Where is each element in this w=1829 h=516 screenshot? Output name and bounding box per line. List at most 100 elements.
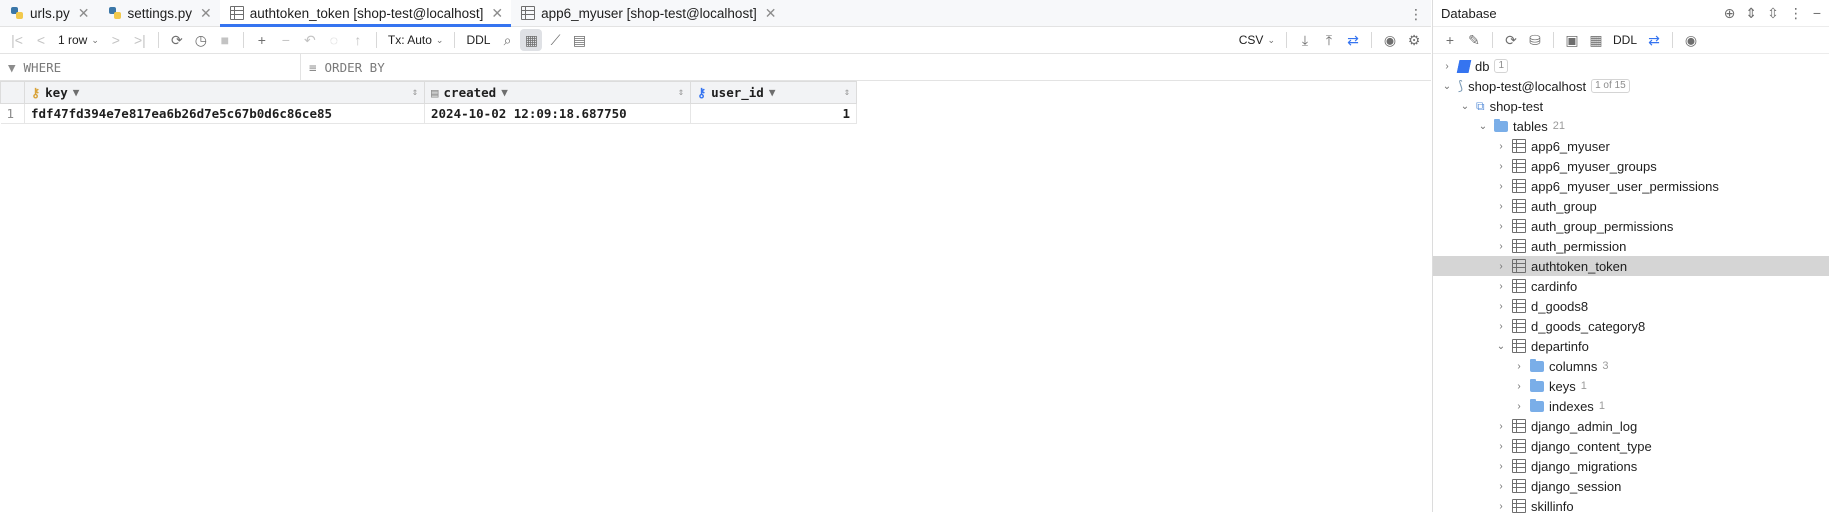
chevron-right-icon[interactable]: › <box>1495 221 1507 232</box>
tree-node-db[interactable]: › db 1 <box>1433 56 1829 76</box>
column-header-key[interactable]: ⚷ key ▼ ⇕ <box>24 81 425 104</box>
eye-icon[interactable]: ◉ <box>1379 29 1401 51</box>
locate-icon[interactable]: ⊕ <box>1724 5 1736 22</box>
submit-icon[interactable]: ↑ <box>347 29 369 51</box>
eye-icon[interactable]: ◉ <box>1680 29 1702 51</box>
tree-node-table[interactable]: › cardinfo <box>1433 276 1829 296</box>
tree-node-table[interactable]: › app6_myuser <box>1433 136 1829 156</box>
close-icon[interactable]: ✕ <box>491 5 503 22</box>
chevron-right-icon[interactable]: › <box>1513 361 1525 372</box>
tree-node-table[interactable]: ⌄ departinfo <box>1433 336 1829 356</box>
refresh-icon[interactable]: ⟳ <box>166 29 188 51</box>
more-tabs-icon[interactable]: ⋮ <box>1409 6 1423 23</box>
tree-node-connection[interactable]: ⌄ ⟆ shop-test@localhost 1 of 15 <box>1433 76 1829 96</box>
ddl-button[interactable]: DDL <box>462 29 494 51</box>
tree-node-tables-folder[interactable]: ⌄ tables 21 <box>1433 116 1829 136</box>
chevron-right-icon[interactable]: › <box>1495 201 1507 212</box>
cell-user-id[interactable]: 1 <box>690 103 857 124</box>
previous-page-icon[interactable]: < <box>30 29 52 51</box>
chevron-right-icon[interactable]: › <box>1495 421 1507 432</box>
chevron-down-icon[interactable]: ⌄ <box>1477 121 1489 132</box>
transaction-mode-dropdown[interactable]: Tx: Auto ⌄ <box>384 29 448 51</box>
delete-row-icon[interactable]: − <box>275 29 297 51</box>
table-row[interactable]: 1 fdf47fd394e7e817ea6b26d7e5c67b0d6c86ce… <box>0 103 857 124</box>
chevron-right-icon[interactable]: › <box>1441 61 1453 72</box>
record-view-icon[interactable]: ▤ <box>568 29 590 51</box>
search-icon[interactable]: ⌕ <box>496 29 518 51</box>
cell-created[interactable]: 2024-10-02 12:09:18.687750 <box>424 103 691 124</box>
chevron-right-icon[interactable]: › <box>1495 461 1507 472</box>
minimize-icon[interactable]: − <box>1813 5 1821 22</box>
properties-icon[interactable]: ✎ <box>1463 29 1485 51</box>
export-format-dropdown[interactable]: CSV ⌄ <box>1235 29 1279 51</box>
chevron-right-icon[interactable]: › <box>1513 381 1525 392</box>
filter-icon[interactable]: ▼ <box>73 86 80 99</box>
tree-node-schema[interactable]: ⌄ ⧉ shop-test <box>1433 96 1829 116</box>
chevron-down-icon[interactable]: ⌄ <box>1459 101 1471 112</box>
tree-node-table[interactable]: › django_session <box>1433 476 1829 496</box>
stop-icon[interactable]: ■ <box>214 29 236 51</box>
chevron-right-icon[interactable]: › <box>1495 241 1507 252</box>
chevron-right-icon[interactable]: › <box>1495 321 1507 332</box>
tree-node-table[interactable]: › app6_myuser_groups <box>1433 156 1829 176</box>
chevron-right-icon[interactable]: › <box>1495 141 1507 152</box>
tree-node-table[interactable]: › auth_group_permissions <box>1433 216 1829 236</box>
add-icon[interactable]: + <box>1439 29 1461 51</box>
tree-node-table[interactable]: › auth_group <box>1433 196 1829 216</box>
chevron-right-icon[interactable]: › <box>1495 301 1507 312</box>
chevron-right-icon[interactable]: › <box>1495 441 1507 452</box>
export-icon[interactable]: ⤓ <box>1294 29 1316 51</box>
where-filter-input[interactable]: ▼ WHERE <box>0 54 301 80</box>
chevron-right-icon[interactable]: › <box>1495 181 1507 192</box>
last-page-icon[interactable]: >| <box>129 29 151 51</box>
tab-authtoken-token[interactable]: authtoken_token [shop-test@localhost] ✕ <box>219 0 512 27</box>
filter-icon[interactable]: ▼ <box>769 86 776 99</box>
tree-node-folder[interactable]: › columns 3 <box>1433 356 1829 376</box>
tree-node-table[interactable]: › d_goods8 <box>1433 296 1829 316</box>
sort-icon[interactable]: ⇕ <box>412 87 418 98</box>
chevron-right-icon[interactable]: › <box>1513 401 1525 412</box>
tree-node-folder[interactable]: › keys 1 <box>1433 376 1829 396</box>
first-page-icon[interactable]: |< <box>6 29 28 51</box>
next-page-icon[interactable]: > <box>105 29 127 51</box>
tab-urls-py[interactable]: urls.py ✕ <box>0 0 98 26</box>
chevron-right-icon[interactable]: › <box>1495 481 1507 492</box>
tree-node-table[interactable]: › skillinfo <box>1433 496 1829 516</box>
more-icon[interactable]: ⋮ <box>1789 5 1803 22</box>
filter-icon[interactable]: ▼ <box>501 86 508 99</box>
tree-node-table[interactable]: › auth_permission <box>1433 236 1829 256</box>
sort-icon[interactable]: ⇕ <box>844 87 850 98</box>
import-icon[interactable]: ⤒ <box>1318 29 1340 51</box>
gear-icon[interactable]: ⚙ <box>1403 29 1425 51</box>
tree-node-table[interactable]: › d_goods_category8 <box>1433 316 1829 336</box>
console-icon[interactable]: ▣ <box>1561 29 1583 51</box>
compare-icon[interactable]: ⇄ <box>1643 29 1665 51</box>
order-by-input[interactable]: ≡ ORDER BY <box>301 54 393 80</box>
chevron-down-icon[interactable]: ⌄ <box>1441 81 1453 92</box>
sort-icon[interactable]: ⇕ <box>678 87 684 98</box>
tree-node-folder[interactable]: › indexes 1 <box>1433 396 1829 416</box>
compare-icon[interactable]: ⇄ <box>1342 29 1364 51</box>
chevron-down-icon[interactable]: ⌄ <box>1495 341 1507 352</box>
preview-changes-icon[interactable]: ◌ <box>323 29 345 51</box>
refresh-icon[interactable]: ⟳ <box>1500 29 1522 51</box>
row-number-header[interactable] <box>0 81 25 104</box>
tab-app6-myuser[interactable]: app6_myuser [shop-test@localhost] ✕ <box>511 0 784 26</box>
chevron-right-icon[interactable]: › <box>1495 501 1507 512</box>
tab-settings-py[interactable]: settings.py ✕ <box>98 0 220 26</box>
chart-icon[interactable]: ⟋ <box>544 29 566 51</box>
cell-key[interactable]: fdf47fd394e7e817ea6b26d7e5c67b0d6c86ce85 <box>24 103 425 124</box>
history-icon[interactable]: ◷ <box>190 29 212 51</box>
tree-node-table[interactable]: › authtoken_token <box>1433 256 1829 276</box>
revert-icon[interactable]: ↶ <box>299 29 321 51</box>
chevron-right-icon[interactable]: › <box>1495 261 1507 272</box>
chevron-right-icon[interactable]: › <box>1495 161 1507 172</box>
table-editor-icon[interactable]: ▦ <box>1585 29 1607 51</box>
chevron-right-icon[interactable]: › <box>1495 281 1507 292</box>
column-header-created[interactable]: ▤ created ▼ ⇕ <box>424 81 691 104</box>
tree-node-table[interactable]: › django_admin_log <box>1433 416 1829 436</box>
column-header-user-id[interactable]: ⚷ user_id ▼ ⇕ <box>690 81 857 104</box>
close-icon[interactable]: ✕ <box>765 5 777 22</box>
row-count-dropdown[interactable]: 1 row ⌄ <box>54 29 103 51</box>
collapse-all-icon[interactable]: ⇳ <box>1767 5 1779 22</box>
